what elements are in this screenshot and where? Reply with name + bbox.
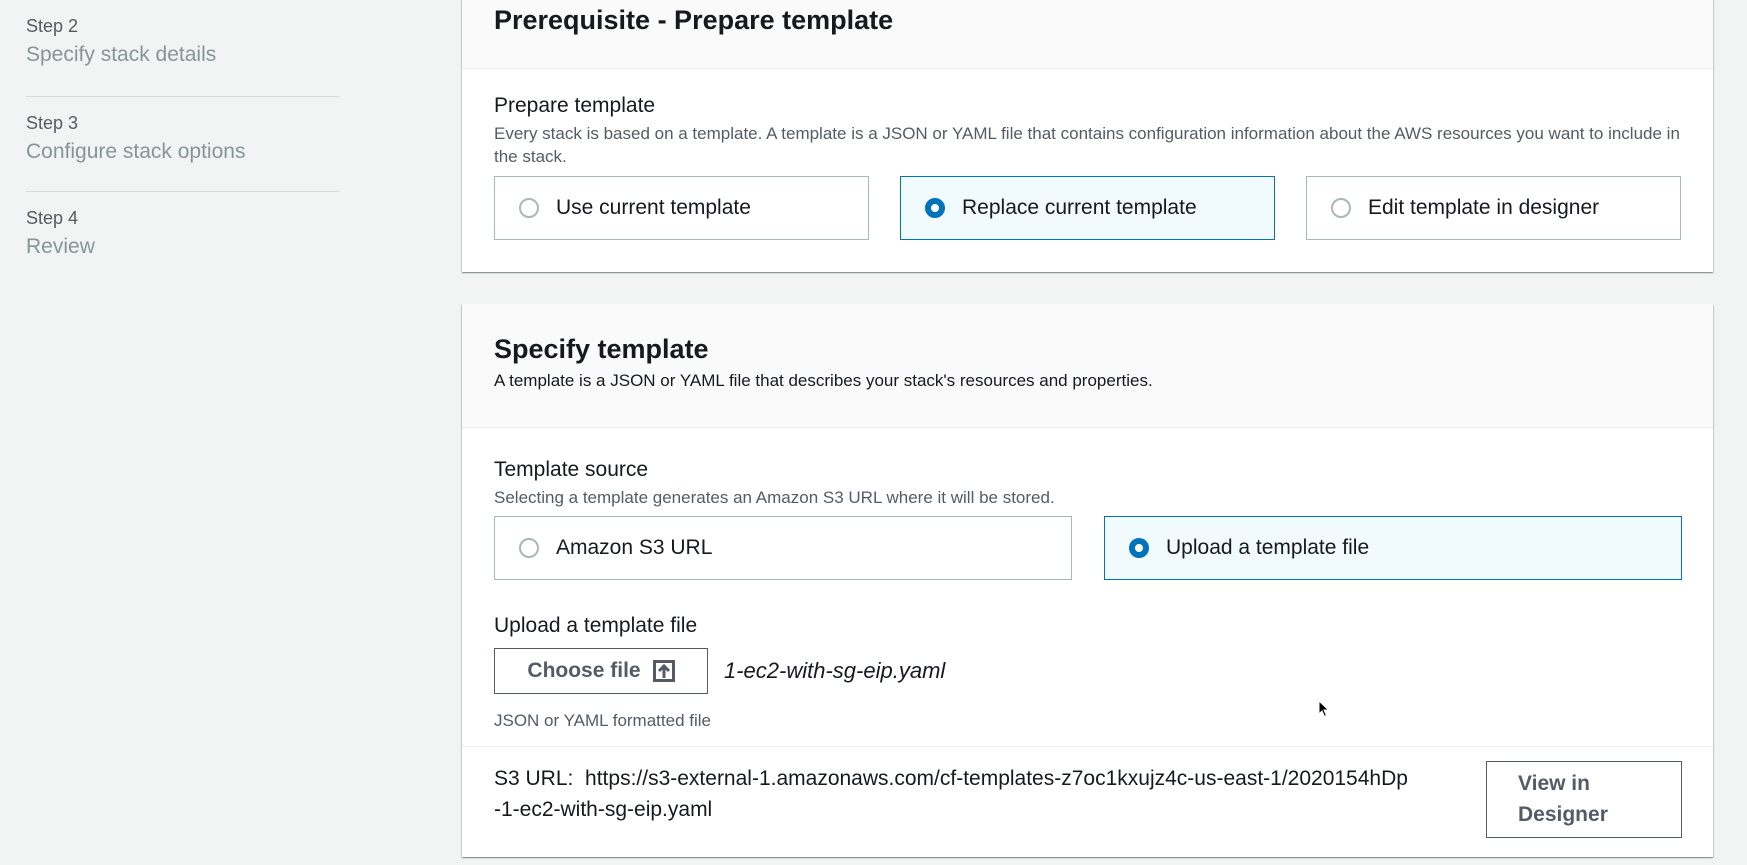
- option-use-current-template[interactable]: Use current template: [494, 176, 869, 240]
- view-in-designer-label-line2: Designer: [1518, 803, 1608, 826]
- s3-url-label: S3 URL:: [494, 767, 574, 790]
- wizard-steps-nav: Step 2 Specify stack details Step 3 Conf…: [26, 0, 339, 287]
- s3-url-text: S3 URL: https://s3-external-1.amazonaws.…: [494, 763, 1484, 825]
- option-label: Edit template in designer: [1368, 196, 1600, 219]
- s3-url-row: S3 URL: https://s3-external-1.amazonaws.…: [462, 746, 1713, 858]
- s3-url-value-line2: -1-ec2-with-sg-eip.yaml: [494, 798, 713, 821]
- specify-template-panel: Specify template A template is a JSON or…: [462, 304, 1713, 857]
- option-upload-template-file[interactable]: Upload a template file: [1104, 516, 1682, 580]
- specify-template-panel-header: Specify template A template is a JSON or…: [462, 304, 1713, 428]
- s3-url-value-line1: https://s3-external-1.amazonaws.com/cf-t…: [585, 767, 1408, 790]
- file-format-hint: JSON or YAML formatted file: [494, 711, 711, 730]
- step-number: Step 4: [26, 208, 79, 228]
- mouse-cursor-icon: [1318, 700, 1330, 718]
- radio-replace-current-template[interactable]: [925, 198, 945, 218]
- template-source-label: Template source: [494, 458, 649, 481]
- prerequisite-panel: Prerequisite - Prepare template Prepare …: [462, 0, 1713, 272]
- option-label: Replace current template: [962, 196, 1197, 219]
- prerequisite-panel-header: Prerequisite - Prepare template: [462, 0, 1713, 69]
- radio-amazon-s3-url[interactable]: [519, 538, 539, 558]
- radio-edit-template-in-designer[interactable]: [1331, 198, 1351, 218]
- option-amazon-s3-url[interactable]: Amazon S3 URL: [494, 516, 1072, 580]
- step-4[interactable]: Step 4 Review: [26, 192, 339, 287]
- specify-template-description: A template is a JSON or YAML file that d…: [494, 371, 1153, 390]
- prepare-template-description: Every stack is based on a template. A te…: [494, 124, 1680, 166]
- specify-template-panel-body: Template source Selecting a template gen…: [462, 428, 1713, 857]
- prerequisite-title: Prerequisite - Prepare template: [494, 5, 894, 35]
- selected-file-name: 1-ec2-with-sg-eip.yaml: [724, 658, 946, 683]
- choose-file-button[interactable]: Choose file: [494, 648, 708, 694]
- step-title-specify-stack-details[interactable]: Specify stack details: [26, 43, 339, 67]
- step-3[interactable]: Step 3 Configure stack options: [26, 97, 339, 192]
- radio-use-current-template[interactable]: [519, 198, 539, 218]
- view-in-designer-label-line1: View in: [1518, 772, 1590, 795]
- specify-template-title: Specify template: [494, 334, 709, 364]
- option-edit-template-in-designer[interactable]: Edit template in designer: [1306, 176, 1681, 240]
- prepare-template-label: Prepare template: [494, 94, 656, 117]
- prerequisite-panel-body: Prepare template Every stack is based on…: [462, 69, 1713, 271]
- step-number: Step 2: [26, 16, 79, 36]
- step-title-review[interactable]: Review: [26, 235, 339, 259]
- step-2[interactable]: Step 2 Specify stack details: [26, 0, 339, 97]
- radio-upload-template-file[interactable]: [1129, 538, 1149, 558]
- step-title-configure-stack-options[interactable]: Configure stack options: [26, 140, 339, 164]
- option-label: Use current template: [556, 196, 751, 219]
- option-label: Upload a template file: [1166, 536, 1370, 559]
- option-replace-current-template[interactable]: Replace current template: [900, 176, 1275, 240]
- step-number: Step 3: [26, 113, 79, 133]
- option-label: Amazon S3 URL: [556, 536, 713, 559]
- view-in-designer-button[interactable]: View in Designer: [1486, 761, 1682, 838]
- upload-template-file-label: Upload a template file: [494, 614, 698, 637]
- upload-icon: [652, 660, 675, 682]
- choose-file-label: Choose file: [527, 659, 641, 682]
- template-source-description: Selecting a template generates an Amazon…: [494, 488, 1055, 507]
